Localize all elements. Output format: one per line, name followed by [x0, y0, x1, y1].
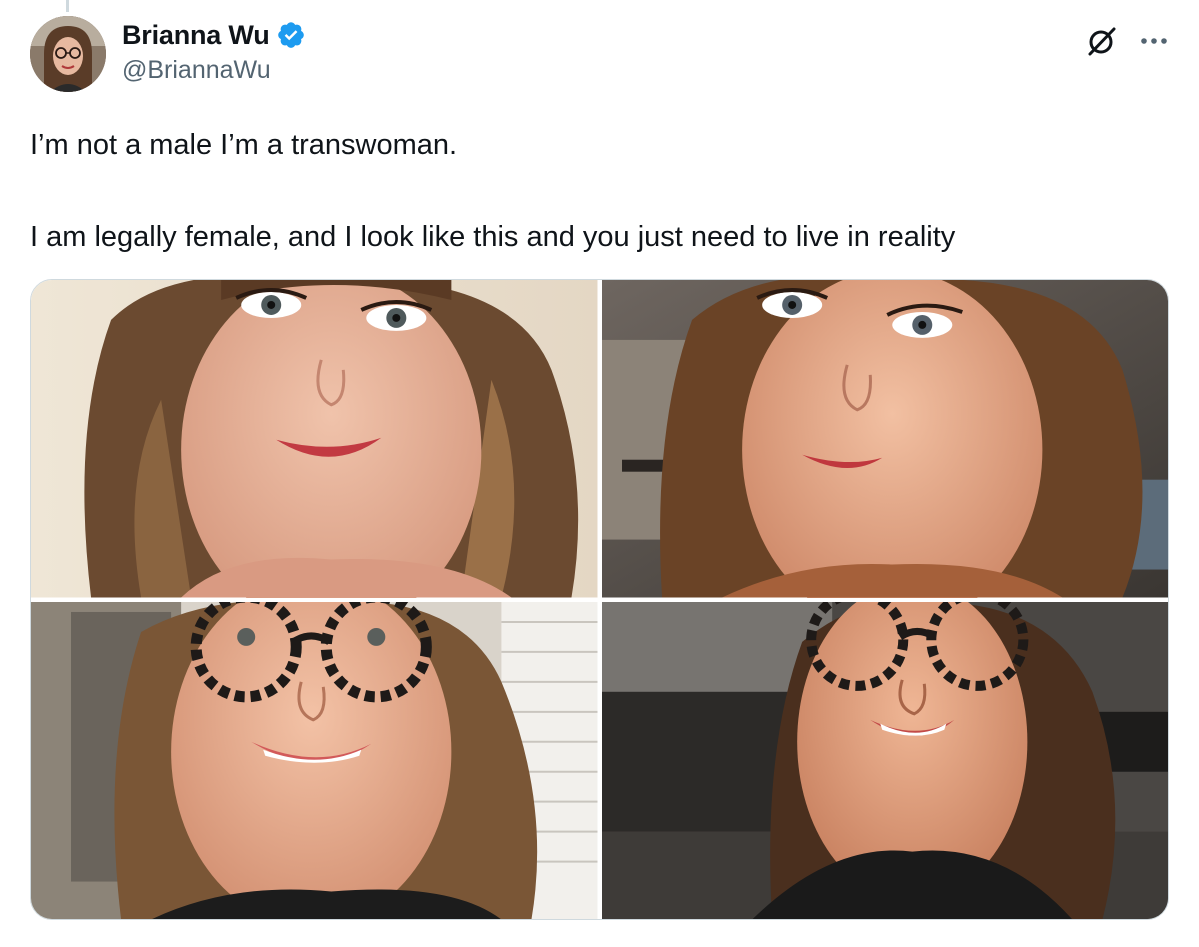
- tweet-text-line-2: I am legally female, and I look like thi…: [30, 221, 956, 253]
- media-grid: [30, 279, 1169, 920]
- tweet: Brianna Wu @BriannaWu I’m not a male I’m…: [0, 0, 1199, 947]
- handle[interactable]: @BriannaWu: [122, 56, 306, 85]
- tweet-actions-top: [1085, 24, 1169, 58]
- photo-1[interactable]: [31, 280, 598, 598]
- photo-2[interactable]: [601, 280, 1168, 598]
- avatar[interactable]: [30, 16, 106, 92]
- photo-4[interactable]: [601, 601, 1168, 919]
- tweet-header: Brianna Wu @BriannaWu: [122, 18, 306, 85]
- photo-3[interactable]: [31, 601, 598, 919]
- tweet-text-line-1: I’m not a male I’m a transwoman.: [30, 129, 458, 161]
- thread-line: [66, 0, 69, 12]
- verified-badge-icon[interactable]: [276, 20, 306, 50]
- tweet-text: I’m not a male I’m a transwoman. I am le…: [30, 122, 1170, 260]
- display-name[interactable]: Brianna Wu: [122, 20, 270, 51]
- name-row: Brianna Wu: [122, 18, 306, 52]
- grok-icon[interactable]: [1085, 24, 1119, 58]
- more-options-icon[interactable]: [1139, 24, 1169, 58]
